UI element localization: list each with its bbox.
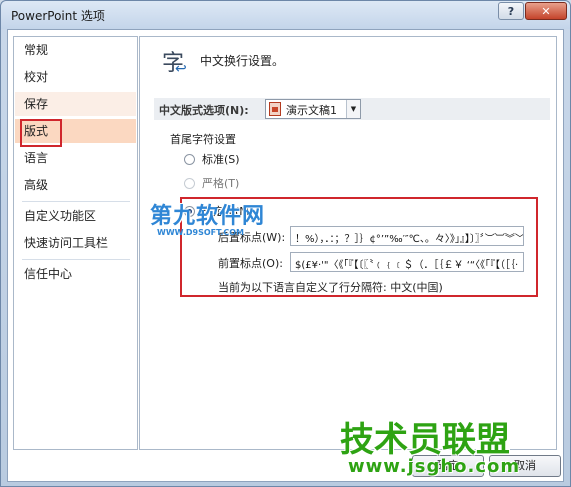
sidebar-item-language[interactable]: 语言 xyxy=(15,146,136,170)
presentation-file-icon xyxy=(269,102,281,116)
radio-strict: 严格(T) xyxy=(184,175,239,191)
sidebar-item-proofing[interactable]: 校对 xyxy=(15,65,136,89)
radio-button xyxy=(184,177,195,189)
panel-title: 中文换行设置。 xyxy=(200,54,285,68)
document-select[interactable]: 演示文稿1 ▼ xyxy=(265,99,361,119)
radio-standard[interactable]: 标准(S) xyxy=(184,151,240,167)
following-punct-input[interactable]: ！%），．：；？］｝¢°’”‰′″℃、。々〉》」』】〕〗〞︶︺︾﹀﹄﹚﹜﹞！＂％… xyxy=(290,226,524,246)
close-button[interactable]: ✕ xyxy=(525,2,567,20)
wrap-arrow-icon: ↩ xyxy=(175,61,187,77)
document-select-value: 演示文稿1 xyxy=(286,104,337,117)
leading-punct-label: 前置标点(O): xyxy=(218,257,283,270)
watermark-d9soft-url: WWW.D9SOFT.COM xyxy=(157,228,245,237)
window-title: PowerPoint 选项 xyxy=(11,9,105,23)
sidebar-item-typography[interactable]: 版式 xyxy=(15,119,136,143)
chevron-down-icon[interactable]: ▼ xyxy=(346,100,360,118)
typography-panel: 字 ↩ 中文换行设置。 中文版式选项(N): 演示文稿1 ▼ 首尾字符设置 标准… xyxy=(139,36,557,450)
watermark-d9soft: 第九软件网 xyxy=(150,204,266,229)
radio-button[interactable] xyxy=(184,153,195,165)
help-button[interactable]: ? xyxy=(498,2,524,20)
sidebar-divider xyxy=(22,201,130,202)
options-label: 中文版式选项(N): xyxy=(159,104,249,117)
section-title: 首尾字符设置 xyxy=(170,133,236,146)
watermark-jsgho-url: www.jsgho.com xyxy=(348,456,521,477)
chinese-char-icon: 字 ↩ xyxy=(162,45,194,79)
sidebar-item-general[interactable]: 常规 xyxy=(15,38,136,62)
sidebar-item-save[interactable]: 保存 xyxy=(15,92,136,116)
watermark-jsgho: 技术员联盟 xyxy=(340,420,510,460)
sidebar-item-trust-center[interactable]: 信任中心 xyxy=(15,262,136,286)
custom-status-text: 当前为以下语言自定义了行分隔符: 中文(中国) xyxy=(218,281,443,294)
options-bar: 中文版式选项(N): 演示文稿1 ▼ xyxy=(154,98,550,120)
sidebar-divider xyxy=(22,259,130,260)
sidebar-nav: 常规 校对 保存 版式 语言 高级 自定义功能区 快速访问工具栏 信任中心 xyxy=(13,36,138,450)
sidebar-item-quick-access-toolbar[interactable]: 快速访问工具栏 xyxy=(15,231,136,255)
title-bar[interactable]: PowerPoint 选项 ? ✕ xyxy=(1,1,570,29)
sidebar-item-customize-ribbon[interactable]: 自定义功能区 xyxy=(15,204,136,228)
radio-standard-label: 标准(S) xyxy=(202,153,240,166)
sidebar-item-advanced[interactable]: 高级 xyxy=(15,173,136,197)
radio-strict-label: 严格(T) xyxy=(202,177,240,190)
leading-punct-input[interactable]: $(£¥·'"〈《「『【〔〖〝﹙﹛﹝＄（．［｛￡￥ ‘“〈《「『【（［｛· xyxy=(290,252,524,272)
